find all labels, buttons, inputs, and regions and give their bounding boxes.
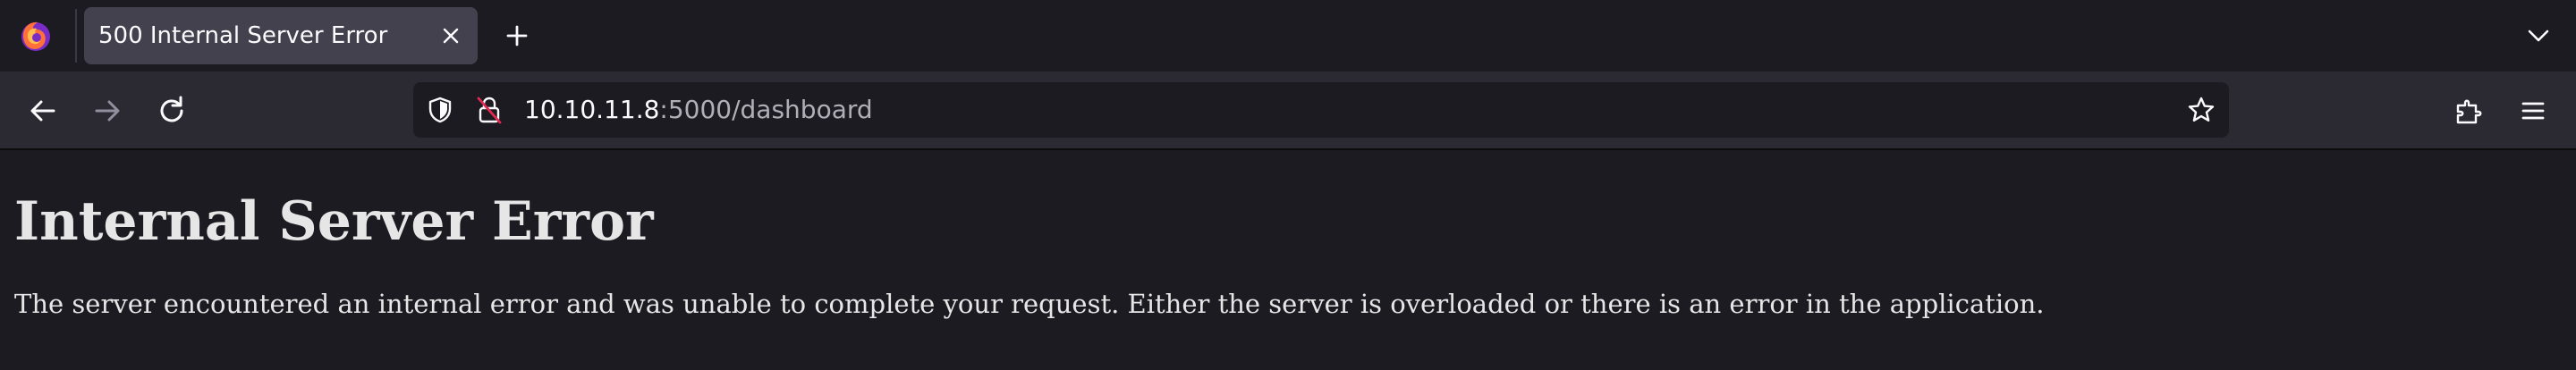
arrow-left-icon[interactable] [25, 93, 61, 129]
arrow-right-icon[interactable] [89, 93, 125, 129]
close-icon[interactable] [438, 23, 463, 48]
page-title: Internal Server Error [14, 190, 654, 253]
reload-icon[interactable] [154, 93, 190, 129]
tab-strip: 500 Internal Server Error [0, 0, 2576, 71]
error-message: The server encountered an internal error… [14, 289, 2045, 319]
tab-divider [75, 9, 77, 63]
url-path: :5000/dashboard [659, 95, 873, 124]
url-host: 10.10.11.8 [524, 95, 660, 124]
page-content: Internal Server Error The server encount… [0, 150, 2576, 370]
firefox-icon[interactable] [18, 18, 54, 54]
puzzle-icon[interactable] [2451, 93, 2487, 129]
tab-active[interactable]: 500 Internal Server Error [84, 7, 478, 64]
chevron-down-icon[interactable] [2524, 21, 2553, 50]
tab-title: 500 Internal Server Error [98, 22, 388, 49]
url-text[interactable]: 10.10.11.8:5000/dashboard [524, 82, 873, 138]
insecure-lock-icon[interactable] [474, 95, 504, 125]
address-bar[interactable]: 10.10.11.8:5000/dashboard [413, 82, 2229, 138]
star-icon[interactable] [2186, 95, 2216, 125]
shield-icon[interactable] [426, 96, 454, 124]
hamburger-menu-icon[interactable] [2515, 93, 2551, 129]
plus-icon[interactable] [503, 21, 531, 50]
navigation-toolbar: 10.10.11.8:5000/dashboard [0, 71, 2576, 150]
